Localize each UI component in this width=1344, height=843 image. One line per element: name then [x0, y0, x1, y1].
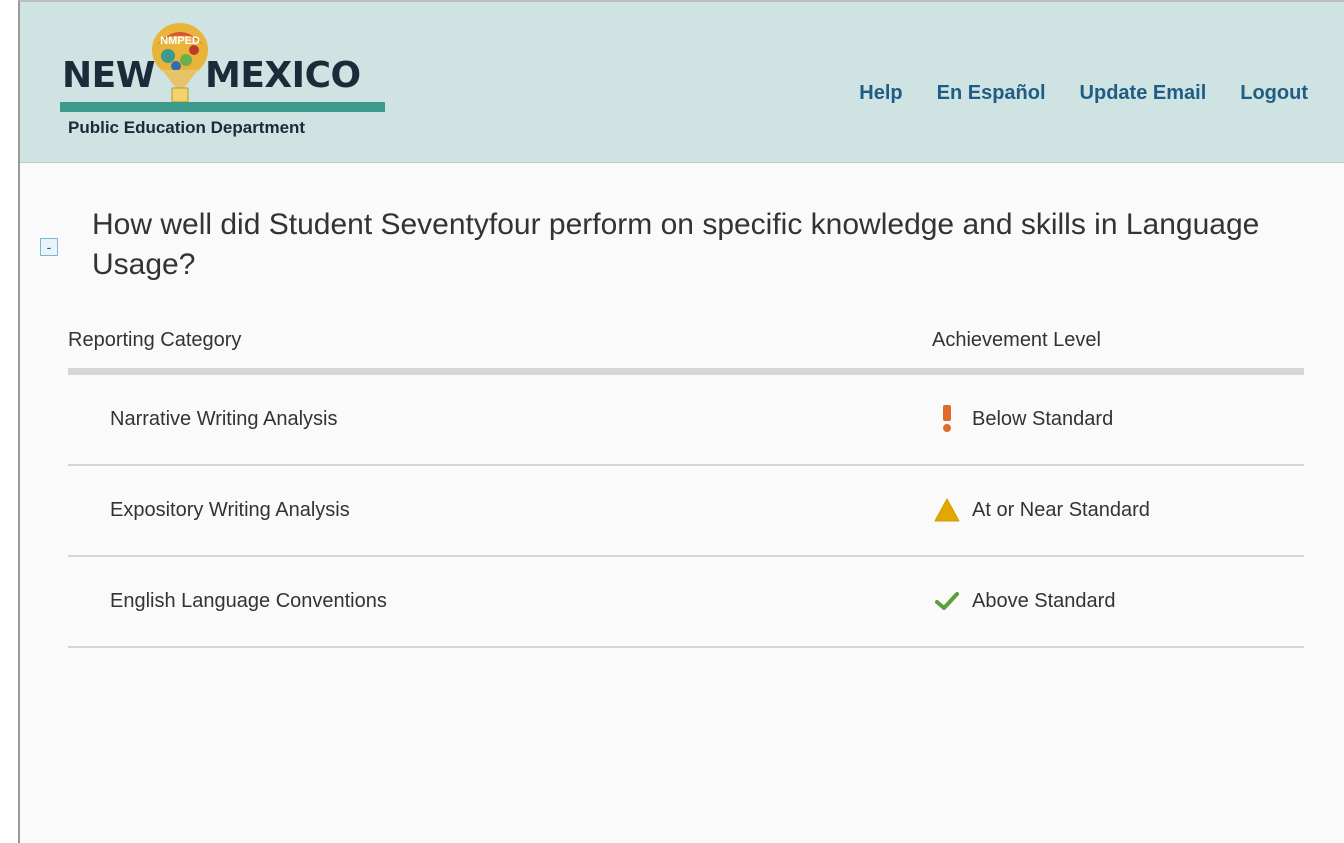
exclamation-icon: [934, 405, 960, 433]
achievement-level-cell: Below Standard: [934, 405, 1113, 433]
logo-mexico-text: MEXICO: [205, 55, 361, 96]
table-header-row: Reporting Category Achievement Level: [68, 320, 1304, 375]
logo-bar: [60, 102, 385, 112]
logout-link[interactable]: Logout: [1240, 82, 1308, 105]
warning-triangle-icon: [934, 496, 960, 524]
table-row: Expository Writing Analysis At or Near S…: [68, 466, 1304, 557]
table-row: Narrative Writing Analysis Below Standar…: [68, 375, 1304, 466]
reporting-category-cell: Expository Writing Analysis: [110, 499, 350, 521]
achievement-level-cell: At or Near Standard: [934, 496, 1150, 524]
achievement-level-text: Below Standard: [972, 407, 1114, 430]
en-espanol-link[interactable]: En Español: [937, 82, 1046, 105]
reporting-category-table: Reporting Category Achievement Level Nar…: [68, 320, 1304, 648]
help-link[interactable]: Help: [859, 82, 902, 105]
achievement-level-text: At or Near Standard: [972, 498, 1150, 521]
collapse-section-button[interactable]: -: [40, 238, 58, 256]
nmped-logo[interactable]: NMPED NEW MEXICO Public Education Depart…: [60, 22, 400, 147]
reporting-category-cell: English Language Conventions: [110, 590, 387, 612]
table-row: English Language Conventions Above Stand…: [68, 557, 1304, 648]
logo-new-text: NEW: [62, 55, 155, 96]
balloon-label: NMPED: [160, 35, 200, 47]
achievement-level-cell: Above Standard: [934, 587, 1115, 615]
section-question-heading: How well did Student Seventyfour perform…: [92, 208, 1260, 281]
logo-subtitle: Public Education Department: [68, 118, 306, 137]
site-header: NMPED NEW MEXICO Public Education Depart…: [20, 2, 1344, 163]
checkmark-icon: [934, 587, 960, 615]
report-frame: NMPED NEW MEXICO Public Education Depart…: [18, 0, 1344, 843]
balloon-logo-icon: NMPED: [152, 23, 208, 103]
column-header-achievement-level: Achievement Level: [932, 329, 1101, 351]
update-email-link[interactable]: Update Email: [1080, 82, 1207, 105]
reporting-category-cell: Narrative Writing Analysis: [110, 408, 338, 430]
column-header-reporting-category: Reporting Category: [68, 329, 242, 351]
achievement-level-text: Above Standard: [972, 589, 1116, 612]
header-nav: Help En Español Update Email Logout: [859, 82, 1308, 105]
